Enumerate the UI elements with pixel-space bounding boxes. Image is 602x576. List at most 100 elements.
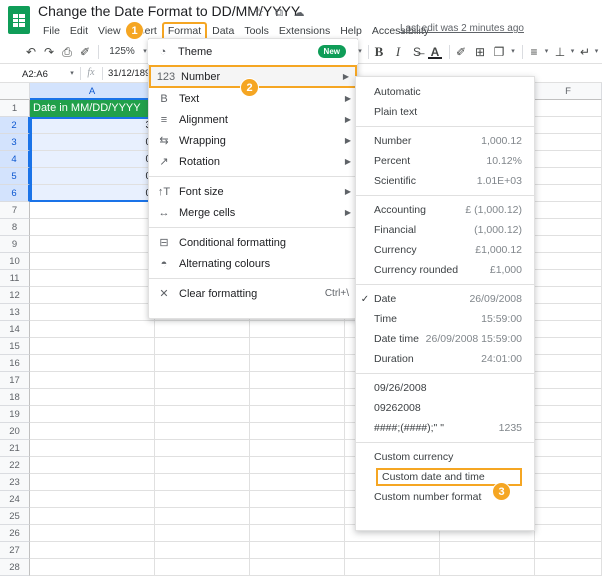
format-menu-item-merge-cells[interactable]: ↔ Merge cells ▶ [149, 202, 357, 223]
row-header-19[interactable]: 19 [0, 406, 30, 423]
format-menu-item-wrapping[interactable]: ⇆ Wrapping ▶ [149, 130, 357, 151]
row-header-23[interactable]: 23 [0, 474, 30, 491]
cell-C17[interactable] [250, 372, 345, 389]
vertical-align-icon[interactable]: ⊥ [553, 44, 567, 60]
cell-A12[interactable] [30, 287, 155, 304]
format-menu-item-rotation[interactable]: ↗ Rotation ▶ [149, 151, 357, 172]
cell-A16[interactable] [30, 355, 155, 372]
horizontal-align-icon[interactable]: ≡ [527, 44, 541, 60]
row-header-16[interactable]: 16 [0, 355, 30, 372]
format-menu-item-conditional-formatting[interactable]: ⊟ Conditional formatting [149, 232, 357, 253]
row-header-24[interactable]: 24 [0, 491, 30, 508]
cell-B28[interactable] [155, 559, 250, 576]
cell-B23[interactable] [155, 474, 250, 491]
number-format-item-date-time[interactable]: Date time 26/09/2008 15:59:00 [356, 329, 534, 349]
cell-B27[interactable] [155, 542, 250, 559]
row-header-12[interactable]: 12 [0, 287, 30, 304]
cell-A21[interactable] [30, 440, 155, 457]
cell-A18[interactable] [30, 389, 155, 406]
cell-A2[interactable]: 3 [30, 117, 155, 134]
cell-F28[interactable] [535, 559, 602, 576]
cell-C26[interactable] [250, 525, 345, 542]
cell-A19[interactable] [30, 406, 155, 423]
number-format-item-time[interactable]: Time 15:59:00 [356, 309, 534, 329]
cell-F18[interactable] [535, 389, 602, 406]
number-format-item-financial[interactable]: Financial (1,000.12) [356, 220, 534, 240]
row-header-25[interactable]: 25 [0, 508, 30, 525]
number-format-item-09-26-2008[interactable]: 09/26/2008 [356, 378, 534, 398]
row-header-22[interactable]: 22 [0, 457, 30, 474]
cell-F11[interactable] [535, 270, 602, 287]
halign-chevron-down-icon[interactable]: ▾ [542, 44, 551, 60]
cell-C14[interactable] [250, 321, 345, 338]
cell-B20[interactable] [155, 423, 250, 440]
bold-button[interactable]: B [372, 44, 386, 60]
cell-B25[interactable] [155, 508, 250, 525]
column-header-F[interactable]: F [535, 83, 602, 100]
valign-chevron-down-icon[interactable]: ▾ [568, 44, 577, 60]
star-icon[interactable]: ☆ [252, 6, 266, 20]
row-header-28[interactable]: 28 [0, 559, 30, 576]
merge-chevron-down-icon[interactable]: ▾ [508, 44, 518, 60]
row-header-18[interactable]: 18 [0, 389, 30, 406]
cell-C21[interactable] [250, 440, 345, 457]
cell-E27[interactable] [440, 542, 535, 559]
row-header-11[interactable]: 11 [0, 270, 30, 287]
row-header-27[interactable]: 27 [0, 542, 30, 559]
cell-C23[interactable] [250, 474, 345, 491]
cell-A14[interactable] [30, 321, 155, 338]
cell-A24[interactable] [30, 491, 155, 508]
row-header-10[interactable]: 10 [0, 253, 30, 270]
number-format-item-number[interactable]: Number 1,000.12 [356, 131, 534, 151]
row-header-15[interactable]: 15 [0, 338, 30, 355]
cell-C25[interactable] [250, 508, 345, 525]
cloud-saved-icon[interactable]: ☁ [292, 6, 306, 20]
row-header-9[interactable]: 9 [0, 236, 30, 253]
cell-F5[interactable] [535, 168, 602, 185]
cell-B22[interactable] [155, 457, 250, 474]
function-icon[interactable]: fx [84, 67, 98, 78]
cell-E28[interactable] [440, 559, 535, 576]
undo-icon[interactable]: ↶ [24, 44, 38, 60]
format-menu-item-font-size[interactable]: ↑T Font size ▶ [149, 181, 357, 202]
cell-F25[interactable] [535, 508, 602, 525]
cell-F7[interactable] [535, 202, 602, 219]
cell-F12[interactable] [535, 287, 602, 304]
number-format-item-automatic[interactable]: Automatic [356, 82, 534, 102]
row-header-14[interactable]: 14 [0, 321, 30, 338]
fill-color-icon[interactable]: ✐ [454, 44, 468, 60]
text-wrap-icon[interactable]: ↵ [578, 44, 592, 60]
cell-C19[interactable] [250, 406, 345, 423]
cell-A15[interactable] [30, 338, 155, 355]
row-header-6[interactable]: 6 [0, 185, 30, 202]
cell-F16[interactable] [535, 355, 602, 372]
cell-F10[interactable] [535, 253, 602, 270]
cell-A13[interactable] [30, 304, 155, 321]
cell-C15[interactable] [250, 338, 345, 355]
row-header-8[interactable]: 8 [0, 219, 30, 236]
cell-D27[interactable] [345, 542, 440, 559]
redo-icon[interactable]: ↷ [42, 44, 56, 60]
cell-A9[interactable] [30, 236, 155, 253]
row-header-17[interactable]: 17 [0, 372, 30, 389]
name-box[interactable]: A2:A6 [4, 66, 66, 81]
cell-F1[interactable] [535, 100, 602, 117]
cell-A10[interactable] [30, 253, 155, 270]
format-menu-item-alternating-colours[interactable]: ◓ Alternating colours [149, 253, 357, 274]
cell-F14[interactable] [535, 321, 602, 338]
number-format-item-scientific[interactable]: Scientific 1.01E+03 [356, 171, 534, 191]
cell-F24[interactable] [535, 491, 602, 508]
cell-F20[interactable] [535, 423, 602, 440]
menu-edit[interactable]: Edit [65, 23, 93, 40]
cell-B18[interactable] [155, 389, 250, 406]
cell-F23[interactable] [535, 474, 602, 491]
cell-A28[interactable] [30, 559, 155, 576]
cell-A6[interactable]: 0 [30, 185, 155, 202]
row-header-21[interactable]: 21 [0, 440, 30, 457]
cell-A4[interactable]: 0 [30, 151, 155, 168]
cell-B24[interactable] [155, 491, 250, 508]
cell-F21[interactable] [535, 440, 602, 457]
format-menu-item-clear-formatting[interactable]: ✕ Clear formatting Ctrl+\ [149, 283, 357, 304]
row-header-4[interactable]: 4 [0, 151, 30, 168]
cell-B15[interactable] [155, 338, 250, 355]
